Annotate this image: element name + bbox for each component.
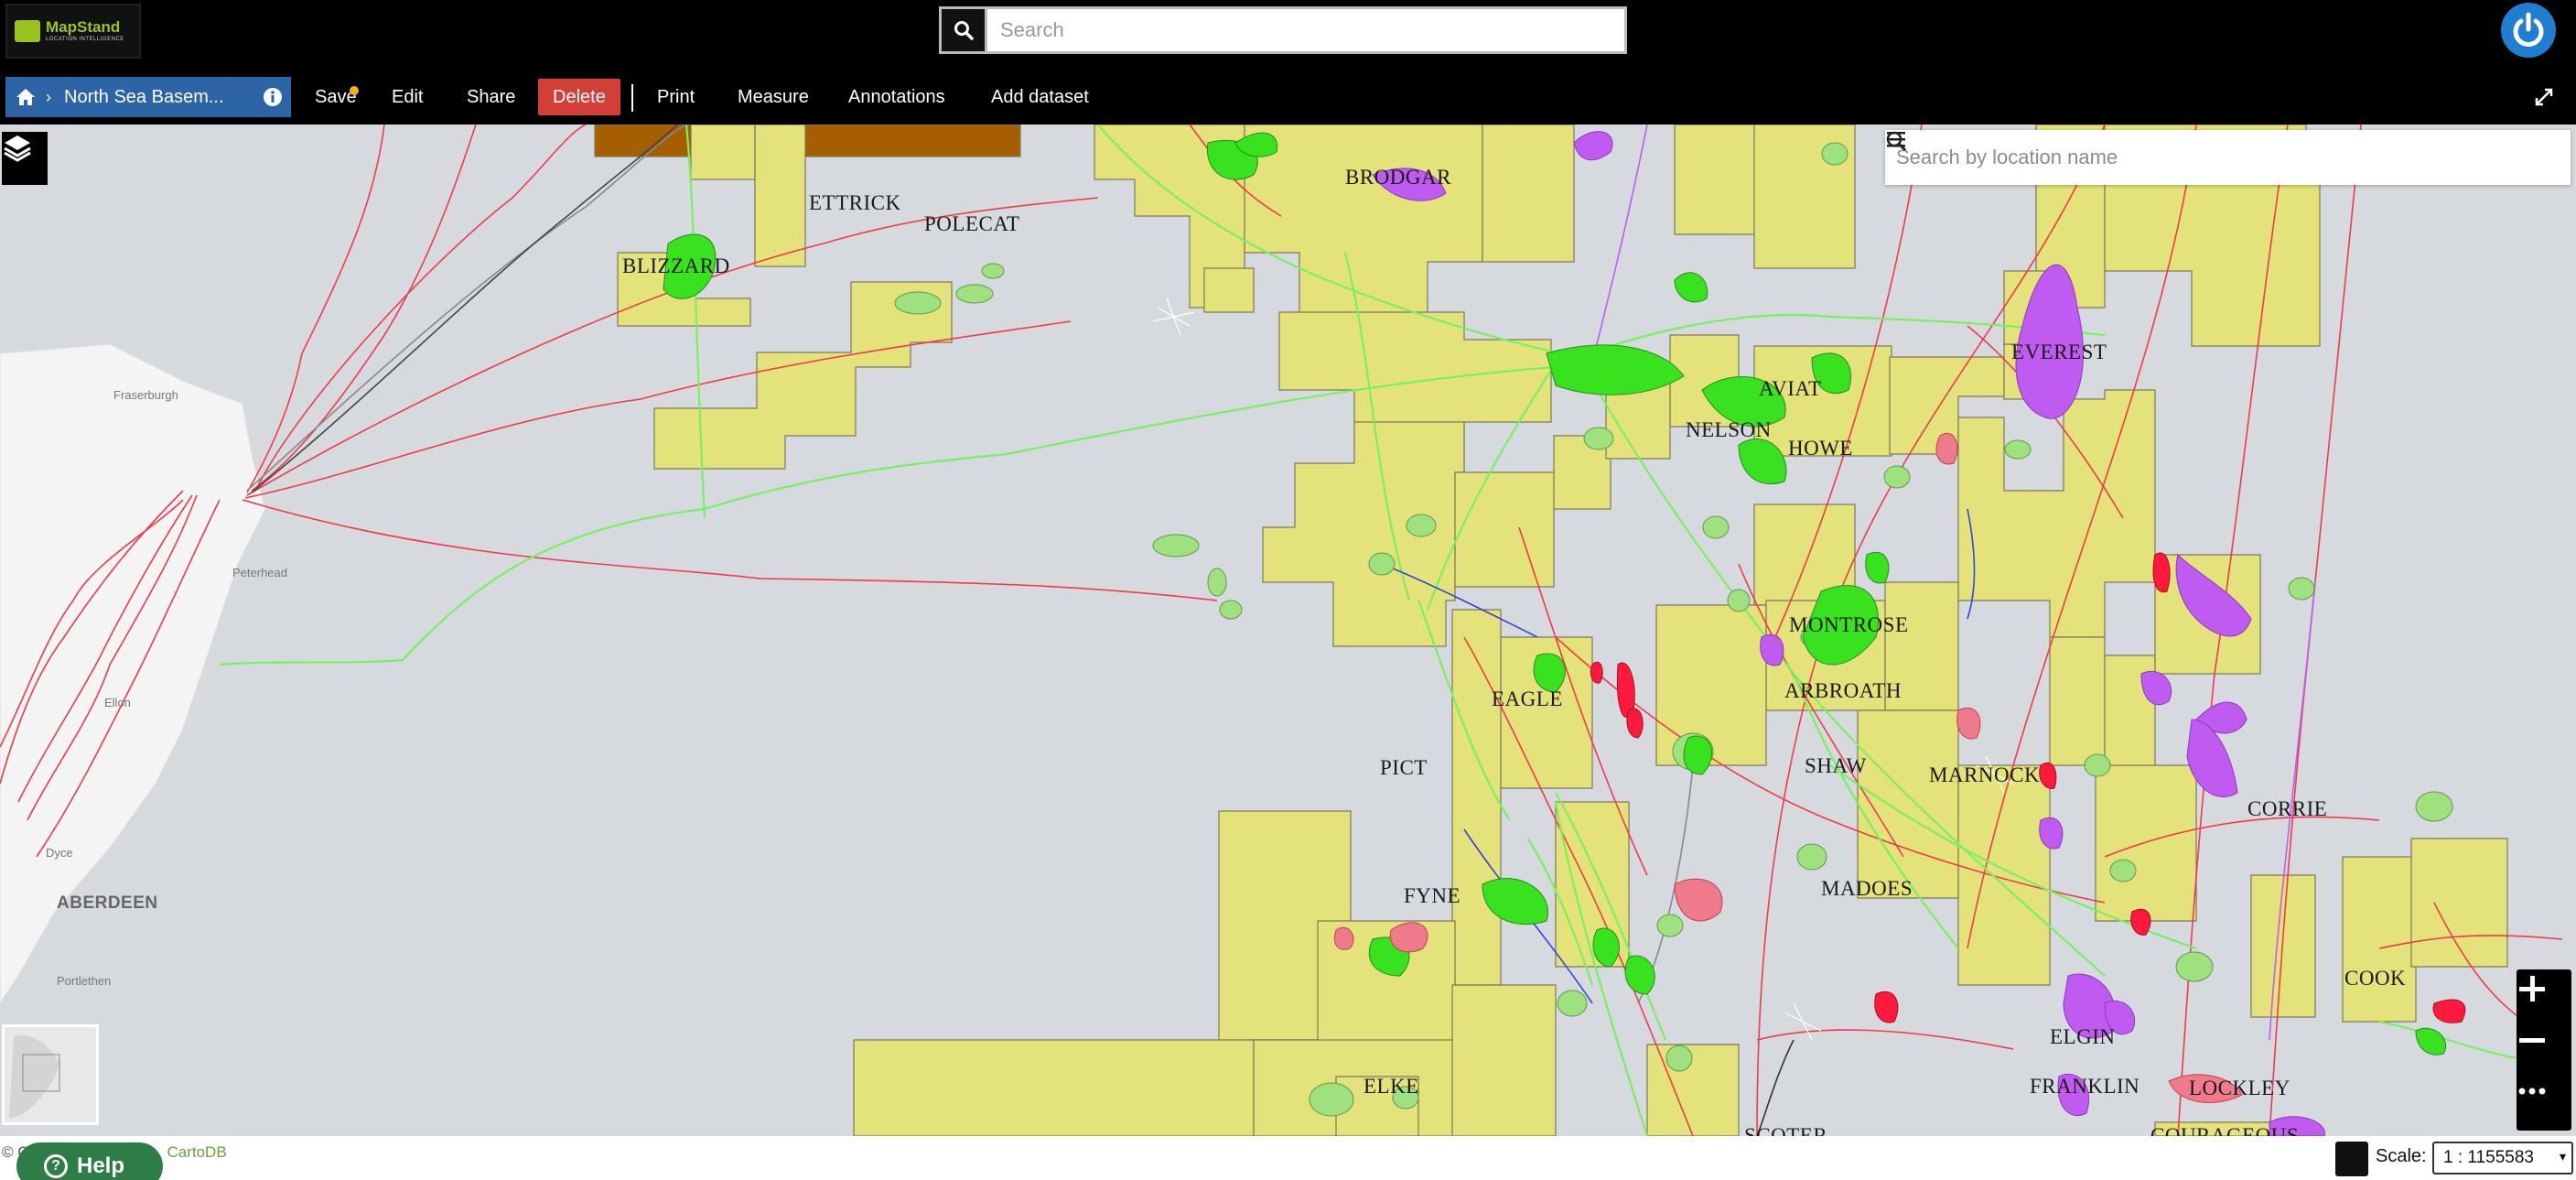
field-label-montrose: MONTROSE (1789, 613, 1909, 636)
field-label-madoes: MADOES (1821, 877, 1913, 900)
zoom-controls (2517, 969, 2571, 1131)
field-label-aviat: AVIAT (1759, 377, 1822, 400)
field-label-elke: ELKE (1363, 1075, 1419, 1098)
scale-lock-icon[interactable] (2335, 1142, 2368, 1176)
town-label-portlethen: Portlethen (57, 974, 112, 988)
field-label-shaw: SHAW (1805, 754, 1867, 777)
home-icon[interactable] (5, 87, 46, 107)
town-label-dyce: Dyce (46, 846, 73, 860)
scale-select[interactable]: 1 : 1155583 ▾ (2432, 1142, 2573, 1175)
edit-button[interactable]: Edit (383, 79, 432, 115)
top-bar: MapStand LOCATION INTELLIGENCE (0, 0, 2576, 71)
field-label-franklin: FRANKLIN (2030, 1075, 2140, 1098)
field-label-fyne: FYNE (1404, 884, 1461, 907)
map-layer (0, 124, 2563, 1136)
fullscreen-button[interactable] (2526, 79, 2562, 115)
power-icon (2513, 12, 2544, 47)
more-options-button[interactable] (2517, 1076, 2571, 1127)
search-icon (954, 21, 974, 40)
field-label-polecat: POLECAT (924, 212, 1020, 235)
field-label-pict: PICT (1380, 756, 1428, 779)
field-label-scoter: SCOTER (1744, 1124, 1828, 1136)
add-dataset-button[interactable]: Add dataset (982, 79, 1098, 115)
breadcrumb: › North Sea Basem... (5, 77, 291, 117)
scale-label: Scale: (2376, 1146, 2427, 1166)
toolbar-divider (631, 84, 633, 112)
town-label-fraserburgh: Fraserburgh (113, 388, 178, 402)
menu-icon[interactable] (1887, 132, 2571, 180)
layers-button[interactable] (2, 132, 48, 185)
town-label-ellon: Ellon (104, 696, 131, 709)
field-label-marnock: MARNOCK (1929, 763, 2041, 786)
field-label-lockley: LOCKLEY (2189, 1077, 2290, 1099)
logo-name: MapStand (46, 18, 121, 36)
town-label-peterhead: Peterhead (232, 566, 287, 579)
minus-icon (2519, 1038, 2545, 1043)
expand-icon (2535, 88, 2553, 106)
print-button[interactable]: Print (648, 79, 704, 115)
city-label-aberdeen: ABERDEEN (57, 893, 158, 913)
field-label-everest: EVEREST (2011, 341, 2107, 363)
delete-button[interactable]: Delete (538, 79, 620, 115)
zoom-out-button[interactable] (2517, 1024, 2571, 1076)
chevron-down-icon: ▾ (2559, 1149, 2566, 1164)
question-icon: ? (44, 1154, 68, 1178)
annotations-button[interactable]: Annotations (839, 79, 954, 115)
help-button[interactable]: ? Help (16, 1142, 163, 1180)
zoom-in-button[interactable] (2517, 973, 2571, 1024)
field-label-eagle: EAGLE (1492, 687, 1563, 710)
mapstand-logo[interactable]: MapStand LOCATION INTELLIGENCE (5, 4, 141, 59)
field-label-arbroath: ARBROATH (1784, 679, 1902, 702)
search-button[interactable] (942, 9, 987, 51)
field-label-ettrick: ETTRICK (809, 191, 901, 214)
user-menu-button[interactable] (2501, 3, 2556, 58)
field-label-howe: HOWE (1788, 437, 1853, 460)
field-label-elgin: ELGIN (2050, 1025, 2116, 1048)
location-search-input[interactable] (1885, 135, 2486, 180)
field-label-blizzard: BLIZZARD (622, 254, 730, 277)
share-button[interactable]: Share (458, 79, 524, 115)
measure-button[interactable]: Measure (728, 79, 818, 115)
save-button[interactable]: Save (306, 79, 366, 115)
more-icon (2518, 1088, 2546, 1095)
plus-icon (2519, 976, 2545, 1001)
scale-value: 1 : 1155583 (2443, 1148, 2534, 1167)
info-icon[interactable] (254, 87, 291, 107)
attribution-link[interactable]: CartoDB (167, 1143, 226, 1161)
field-label-corrie: CORRIE (2247, 797, 2328, 820)
search-input[interactable] (987, 10, 1624, 50)
chevron-right-icon: › (46, 87, 51, 106)
field-label-cook: COOK (2344, 967, 2407, 990)
breadcrumb-map-title[interactable]: North Sea Basem... (64, 87, 254, 108)
map-toolbar: › North Sea Basem... Save Edit Share Del… (0, 71, 2576, 124)
help-label: Help (77, 1153, 125, 1178)
app-root: MapStand LOCATION INTELLIGENCE › North S… (0, 0, 2576, 1180)
map-canvas[interactable]: BRODGAR ETTRICK POLECAT BLIZZARD EVEREST… (0, 124, 2576, 1136)
layers-icon (4, 135, 31, 162)
status-bar: © O CartoDB (0, 1136, 2576, 1180)
logo-mark-icon (15, 20, 40, 42)
global-search (939, 6, 1627, 54)
overview-map[interactable] (2, 1024, 99, 1125)
search-icon[interactable] (1886, 131, 2528, 180)
field-label-courageous: COURAGEOUS (2150, 1124, 2300, 1136)
field-label-nelson: NELSON (1686, 418, 1772, 441)
logo-tagline: LOCATION INTELLIGENCE (46, 37, 124, 42)
location-search (1885, 130, 2571, 185)
unsaved-indicator (350, 86, 359, 95)
field-label-brodgar: BRODGAR (1345, 166, 1451, 189)
